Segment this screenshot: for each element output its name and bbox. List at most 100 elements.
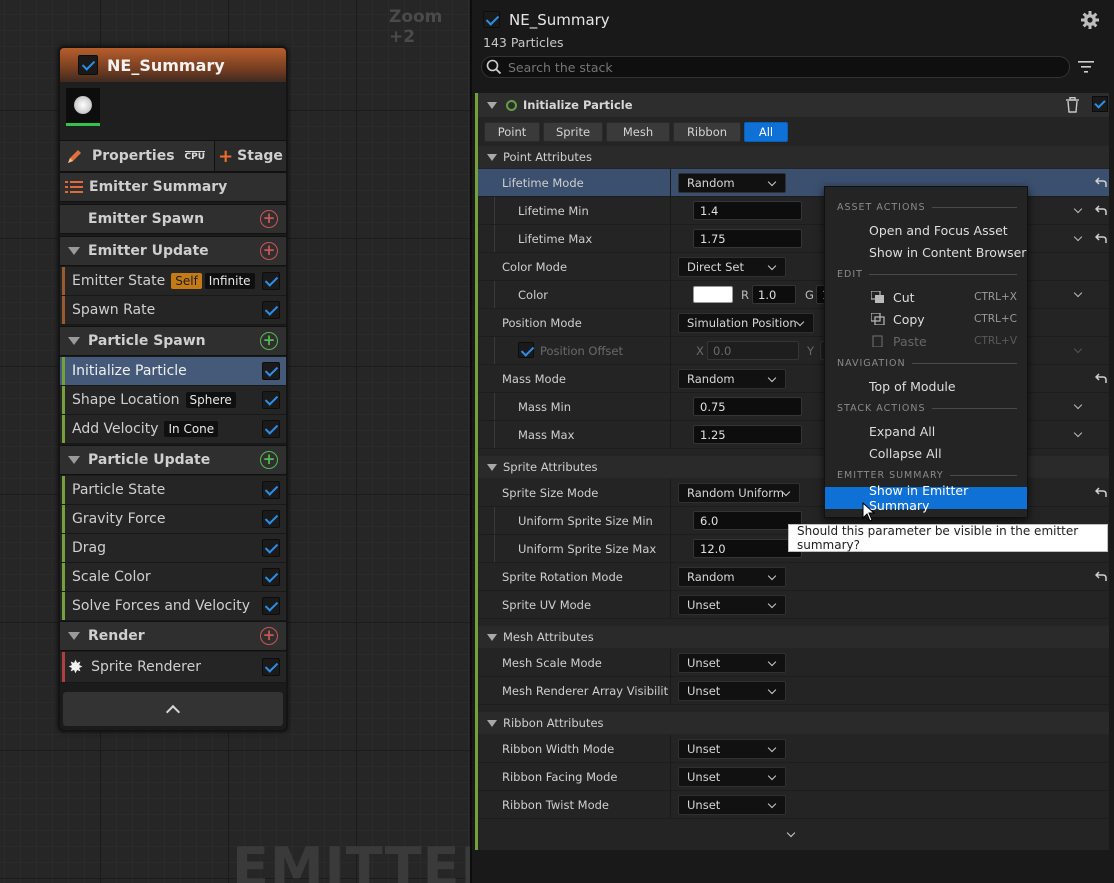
add-module-icon[interactable]: + bbox=[260, 332, 278, 350]
menu-show-in-emitter-summary[interactable]: Show in Emitter Summary bbox=[825, 483, 1027, 513]
module-initialize-particle[interactable]: Initialize Particle bbox=[60, 357, 286, 386]
section-ribbon-attributes[interactable]: Ribbon Attributes bbox=[478, 712, 1109, 734]
chevron-down-icon[interactable] bbox=[1073, 204, 1083, 214]
tab-ribbon[interactable]: Ribbon bbox=[673, 122, 741, 142]
tab-mesh[interactable]: Mesh bbox=[606, 122, 670, 142]
mesh-visibility-dropdown[interactable]: Unset bbox=[678, 681, 786, 701]
emitter-enable-checkbox[interactable] bbox=[483, 11, 500, 28]
graph-canvas[interactable]: Zoom +2 EMITTER NE_Summary Properties CP… bbox=[0, 0, 470, 883]
row-ribbon-facing-mode[interactable]: Ribbon Facing Mode Unset bbox=[478, 763, 1109, 791]
menu-collapse-all[interactable]: Collapse All bbox=[825, 442, 1027, 464]
collapse-arrow-icon[interactable] bbox=[487, 633, 497, 641]
module-spawn-rate[interactable]: Spawn Rate bbox=[60, 296, 286, 325]
particle-spawn-row[interactable]: Particle Spawn + bbox=[60, 326, 286, 356]
menu-open-focus-asset[interactable]: Open and Focus Asset bbox=[825, 219, 1027, 241]
lifetime-min-input[interactable]: 1.4 bbox=[693, 201, 802, 220]
color-mode-dropdown[interactable]: Direct Set bbox=[678, 257, 786, 277]
module-enable-checkbox[interactable] bbox=[262, 597, 280, 615]
module-enable-checkbox[interactable] bbox=[262, 481, 280, 499]
menu-expand-all[interactable]: Expand All bbox=[825, 420, 1027, 442]
render-row[interactable]: Render + bbox=[60, 621, 286, 651]
mesh-scale-dropdown[interactable]: Unset bbox=[678, 653, 786, 673]
ribbon-width-dropdown[interactable]: Unset bbox=[678, 739, 786, 759]
gear-icon[interactable] bbox=[1080, 10, 1100, 30]
chevron-down-icon[interactable] bbox=[1073, 344, 1083, 354]
collapse-arrow-icon[interactable] bbox=[487, 153, 497, 161]
module-add-velocity[interactable]: Add Velocity In Cone bbox=[60, 415, 286, 444]
color-swatch[interactable] bbox=[693, 286, 733, 303]
expand-module-chevron-icon[interactable] bbox=[786, 828, 796, 838]
mass-mode-dropdown[interactable]: Random bbox=[678, 369, 786, 389]
filter-icon[interactable] bbox=[1078, 60, 1094, 74]
module-emitter-state[interactable]: Emitter State Self Infinite bbox=[60, 267, 286, 296]
row-sprite-rotation-mode[interactable]: Sprite Rotation Mode Random bbox=[478, 563, 1109, 591]
reset-arrow-icon[interactable] bbox=[1095, 204, 1107, 216]
node-enable-checkbox[interactable] bbox=[78, 55, 98, 75]
collapse-arrow-icon[interactable] bbox=[487, 719, 497, 727]
particle-update-row[interactable]: Particle Update + bbox=[60, 445, 286, 475]
module-enable-checkbox[interactable] bbox=[262, 391, 280, 409]
position-mode-dropdown[interactable]: Simulation Position bbox=[678, 313, 814, 333]
module-shape-location[interactable]: Shape Location Sphere bbox=[60, 386, 286, 415]
sprite-uv-dropdown[interactable]: Unset bbox=[678, 595, 786, 615]
module-drag[interactable]: Drag bbox=[60, 534, 286, 563]
chevron-down-icon[interactable] bbox=[1073, 232, 1083, 242]
color-r-input[interactable]: 1.0 bbox=[752, 285, 796, 304]
mass-min-input[interactable]: 0.75 bbox=[693, 397, 802, 416]
row-ribbon-twist-mode[interactable]: Ribbon Twist Mode Unset bbox=[478, 791, 1109, 819]
module-enable-checkbox[interactable] bbox=[262, 539, 280, 557]
module-gravity-force[interactable]: Gravity Force bbox=[60, 505, 286, 534]
lifetime-mode-dropdown[interactable]: Random bbox=[678, 173, 786, 193]
uniform-min-input[interactable]: 6.0 bbox=[693, 511, 802, 530]
renderer-thumbnail[interactable] bbox=[66, 88, 100, 126]
search-input[interactable] bbox=[508, 59, 1028, 75]
add-renderer-icon[interactable]: + bbox=[260, 627, 278, 645]
menu-paste[interactable]: Paste CTRL+V bbox=[825, 330, 1027, 352]
chevron-down-icon[interactable] bbox=[1073, 288, 1083, 298]
sprite-size-mode-dropdown[interactable]: Random Uniform bbox=[678, 483, 800, 503]
module-enable-checkbox[interactable] bbox=[262, 272, 280, 290]
sprite-renderer-row[interactable]: ✸ Sprite Renderer bbox=[60, 652, 286, 683]
section-point-attributes[interactable]: Point Attributes bbox=[478, 146, 1109, 168]
emitter-update-row[interactable]: Emitter Update + bbox=[60, 236, 286, 266]
collapse-arrow-icon[interactable] bbox=[68, 247, 80, 255]
collapse-arrow-icon[interactable] bbox=[487, 463, 497, 471]
stage-button[interactable]: + Stage bbox=[214, 141, 286, 171]
row-mesh-visibility-mode[interactable]: Mesh Renderer Array Visibility M Unset bbox=[478, 677, 1109, 705]
tab-sprite[interactable]: Sprite bbox=[543, 122, 603, 142]
renderer-enable-checkbox[interactable] bbox=[262, 658, 280, 676]
node-header[interactable]: NE_Summary bbox=[60, 48, 286, 82]
row-sprite-uv-mode[interactable]: Sprite UV Mode Unset bbox=[478, 591, 1109, 619]
menu-show-content-browser[interactable]: Show in Content Browser bbox=[825, 241, 1027, 263]
chevron-down-icon[interactable] bbox=[1073, 428, 1083, 438]
add-module-icon[interactable]: + bbox=[260, 451, 278, 469]
chevron-down-icon[interactable] bbox=[1073, 400, 1083, 410]
position-offset-checkbox[interactable] bbox=[518, 342, 534, 358]
row-ribbon-width-mode[interactable]: Ribbon Width Mode Unset bbox=[478, 735, 1109, 763]
offset-x-input[interactable]: 0.0 bbox=[707, 341, 799, 360]
row-mesh-scale-mode[interactable]: Mesh Scale Mode Unset bbox=[478, 649, 1109, 677]
section-mesh-attributes[interactable]: Mesh Attributes bbox=[478, 626, 1109, 648]
trash-icon[interactable] bbox=[1066, 97, 1079, 113]
tab-point[interactable]: Point bbox=[484, 122, 540, 142]
emitter-node[interactable]: NE_Summary Properties CPU + Stage Emitte… bbox=[58, 46, 288, 732]
properties-row[interactable]: Properties CPU + Stage bbox=[60, 140, 286, 172]
module-scale-color[interactable]: Scale Color bbox=[60, 563, 286, 592]
reset-arrow-icon[interactable] bbox=[1095, 232, 1107, 244]
collapse-arrow-icon[interactable] bbox=[68, 632, 80, 640]
reset-arrow-icon[interactable] bbox=[1095, 570, 1107, 582]
tab-all[interactable]: All bbox=[744, 122, 788, 142]
collapse-arrow-icon[interactable] bbox=[68, 456, 80, 464]
module-enable-checkbox[interactable] bbox=[1092, 96, 1108, 112]
emitter-summary-row[interactable]: Emitter Summary bbox=[60, 172, 286, 202]
ribbon-facing-dropdown[interactable]: Unset bbox=[678, 767, 786, 787]
reset-arrow-icon[interactable] bbox=[1095, 372, 1107, 384]
module-particle-state[interactable]: Particle State bbox=[60, 476, 286, 505]
module-enable-checkbox[interactable] bbox=[262, 420, 280, 438]
menu-top-of-module[interactable]: Top of Module bbox=[825, 375, 1027, 397]
lifetime-max-input[interactable]: 1.75 bbox=[693, 229, 802, 248]
reset-arrow-icon[interactable] bbox=[1095, 176, 1107, 188]
reset-arrow-icon[interactable] bbox=[1095, 486, 1107, 498]
module-header[interactable]: Initialize Particle bbox=[478, 93, 1109, 117]
sprite-rotation-dropdown[interactable]: Random bbox=[678, 567, 786, 587]
